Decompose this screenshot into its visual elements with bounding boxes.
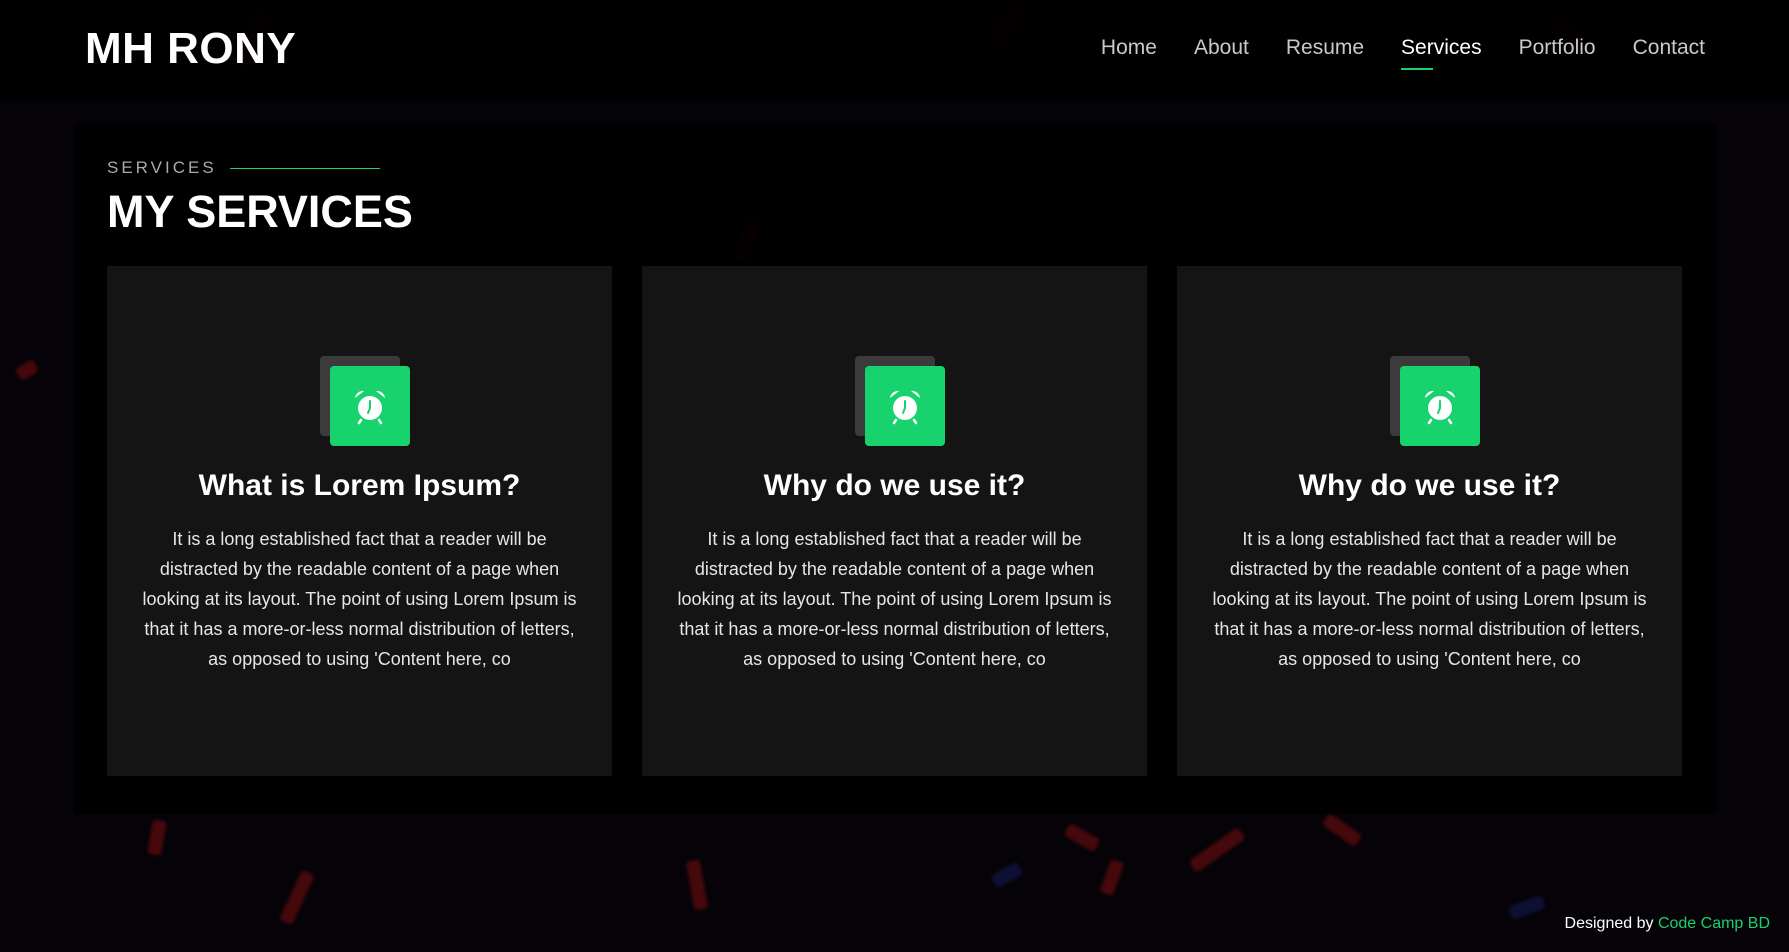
service-card: Why do we use it? It is a long establish… bbox=[1177, 266, 1682, 776]
nav-item-about[interactable]: About bbox=[1194, 36, 1249, 60]
alarm-clock-icon bbox=[354, 390, 385, 425]
site-logo[interactable]: MH RONY bbox=[85, 24, 296, 74]
nav-item-contact[interactable]: Contact bbox=[1633, 36, 1705, 60]
service-card: Why do we use it? It is a long establish… bbox=[642, 266, 1147, 776]
service-icon-box bbox=[854, 356, 945, 446]
service-card-description: It is a long established fact that a rea… bbox=[1212, 529, 1647, 669]
main-nav: Home About Resume Services Portfolio Con… bbox=[1101, 36, 1705, 70]
service-card: What is Lorem Ipsum? It is a long establ… bbox=[107, 266, 612, 776]
nav-item-portfolio[interactable]: Portfolio bbox=[1519, 36, 1596, 60]
alarm-clock-icon bbox=[1424, 390, 1455, 425]
service-card-title: What is Lorem Ipsum? bbox=[198, 469, 521, 502]
services-section: SERVICES MY SERVICES What is Lorem Ipsum… bbox=[74, 124, 1716, 814]
service-card-description: It is a long established fact that a rea… bbox=[677, 529, 1112, 669]
section-label: SERVICES bbox=[107, 158, 217, 177]
service-card-title: Why do we use it? bbox=[763, 469, 1026, 502]
service-cards: What is Lorem Ipsum? It is a long establ… bbox=[107, 266, 1682, 776]
site-header: MH RONY Home About Resume Services Portf… bbox=[0, 0, 1789, 100]
section-label-row: SERVICES bbox=[107, 158, 380, 178]
footer-credit-link[interactable]: Code Camp BD bbox=[1658, 915, 1770, 932]
nav-item-home[interactable]: Home bbox=[1101, 36, 1157, 60]
footer-credit: Designed by Code Camp BD bbox=[1565, 915, 1770, 933]
section-title: MY SERVICES bbox=[107, 186, 413, 237]
section-label-divider bbox=[229, 167, 380, 169]
service-card-title: Why do we use it? bbox=[1298, 469, 1561, 502]
service-icon-box bbox=[319, 356, 410, 446]
nav-item-services[interactable]: Services bbox=[1401, 36, 1482, 70]
alarm-clock-icon bbox=[889, 390, 920, 425]
footer-credit-prefix: Designed by bbox=[1564, 915, 1654, 932]
service-icon-box bbox=[1389, 356, 1480, 446]
service-card-description: It is a long established fact that a rea… bbox=[142, 529, 577, 669]
nav-item-resume[interactable]: Resume bbox=[1286, 36, 1364, 60]
